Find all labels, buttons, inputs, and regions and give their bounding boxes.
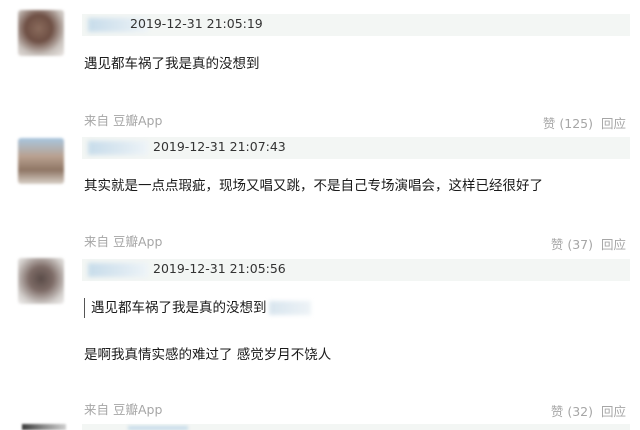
avatar[interactable]	[22, 424, 66, 430]
comment-source: 来自 豆瓣App	[84, 113, 163, 128]
timestamp: 2019-12-31 21:05:19	[130, 16, 263, 31]
like-button[interactable]: 赞 (32)	[551, 404, 593, 419]
comment-text: 遇见都车祸了我是真的没想到	[84, 56, 260, 72]
comment-source: 来自 豆瓣App	[84, 402, 163, 417]
avatar[interactable]	[18, 10, 64, 56]
comment-header: 2019-12-31 21:05:56	[82, 259, 630, 281]
comment-source: 来自 豆瓣App	[84, 234, 163, 249]
like-button[interactable]: 赞 (37)	[551, 237, 593, 252]
username[interactable]	[88, 263, 148, 277]
comment-text: 其实就是一点点瑕疵，现场又唱又跳，不是自己专场演唱会，这样已经很好了	[84, 178, 543, 194]
timestamp: 2019-12-31 21:05:56	[153, 261, 286, 276]
quoted-text: 遇见都车祸了我是真的没想到	[91, 300, 267, 316]
comment-header: 2019-12-31 21:05:19	[82, 14, 630, 36]
comment-actions: 赞 (32) 回应	[551, 401, 626, 420]
comment-text: 是啊我真情实感的难过了 感觉岁月不饶人	[84, 347, 332, 363]
username[interactable]	[128, 426, 188, 430]
reply-button[interactable]: 回应	[601, 237, 626, 252]
reply-button[interactable]: 回应	[601, 404, 626, 419]
quoted-username[interactable]	[268, 301, 311, 315]
comment-actions: 赞 (125) 回应	[543, 113, 626, 132]
comment-header: 2019-12-31 21:07:43	[82, 137, 630, 159]
quoted-comment: 遇见都车祸了我是真的没想到	[84, 298, 311, 318]
username[interactable]	[88, 141, 148, 155]
comment-actions: 赞 (37) 回应	[551, 234, 626, 253]
timestamp: 2019-12-31 21:07:43	[153, 139, 286, 154]
like-button[interactable]: 赞 (125)	[543, 116, 593, 131]
avatar[interactable]	[18, 258, 64, 304]
avatar[interactable]	[18, 138, 64, 184]
reply-button[interactable]: 回应	[601, 116, 626, 131]
